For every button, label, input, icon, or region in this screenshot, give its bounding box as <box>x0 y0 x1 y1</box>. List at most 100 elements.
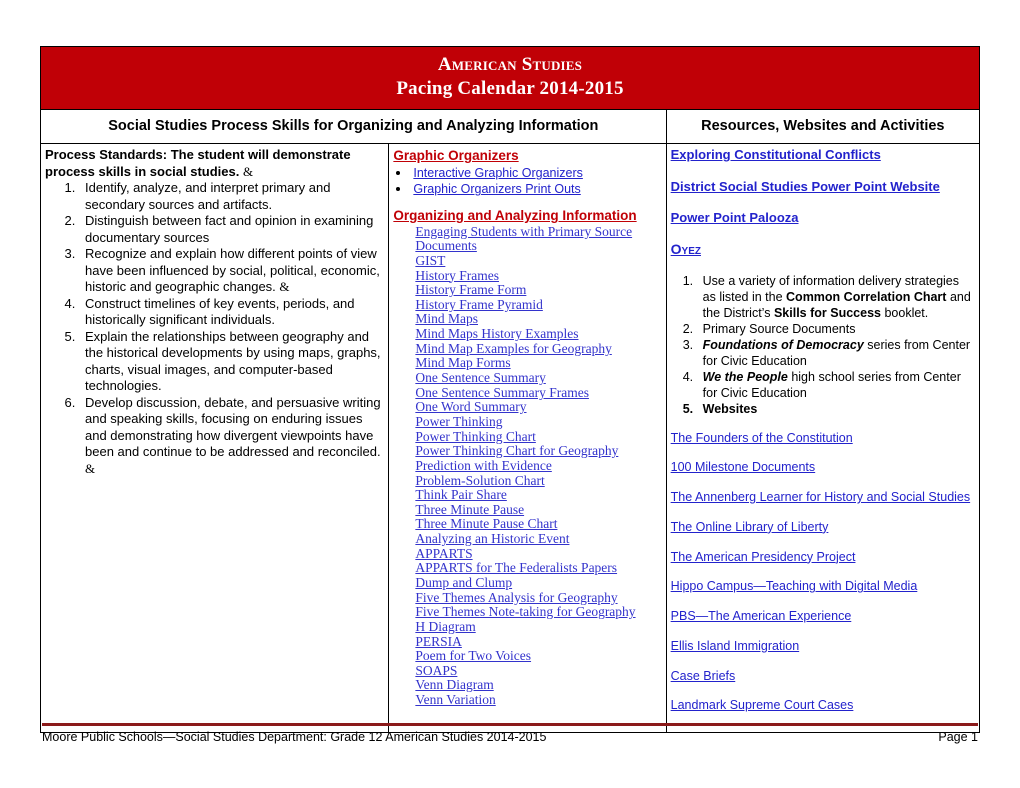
link-district-social-studies-power-point-website[interactable]: District Social Studies Power Point Webs… <box>671 179 975 195</box>
amp-symbol: & <box>243 163 254 179</box>
resource-link[interactable]: Mind Maps History Examples <box>415 326 661 342</box>
resource-link[interactable]: GIST <box>415 253 661 269</box>
footer-divider <box>42 723 978 726</box>
resource-item: Foundations of Democracy series from Cen… <box>697 337 975 369</box>
resource-link[interactable]: Power Thinking <box>415 414 661 430</box>
organizers-cell: Graphic Organizers Interactive Graphic O… <box>388 143 667 734</box>
document-page: American Studies Pacing Calendar 2014-20… <box>0 0 1020 788</box>
text-run: Websites <box>702 401 758 416</box>
footer-page-number: Page 1 <box>938 730 978 744</box>
website-link[interactable]: PBS—The American Experience <box>671 609 975 625</box>
text-run: Primary Source Documents <box>702 321 856 336</box>
title-banner: American Studies Pacing Calendar 2014-20… <box>40 45 980 111</box>
resource-item: Websites <box>697 401 975 417</box>
resource-link[interactable]: Power Thinking Chart for Geography <box>415 444 661 459</box>
resource-link[interactable]: Mind Map Forms <box>415 356 661 371</box>
left-column-header: Social Studies Process Skills for Organi… <box>40 109 667 145</box>
resource-link[interactable]: History Frame Pyramid <box>415 297 661 313</box>
resource-item-text-2: Primary Source Documents <box>703 322 856 336</box>
page-footer: Moore Public Schools—Social Studies Depa… <box>42 730 978 744</box>
resource-link[interactable]: Mind Maps <box>415 312 661 327</box>
pacing-calendar-table: American Studies Pacing Calendar 2014-20… <box>39 45 981 734</box>
resource-link[interactable]: History Frames <box>415 268 661 284</box>
process-skills-cell: Process Standards: The student will demo… <box>39 143 390 734</box>
column-header-row: Social Studies Process Skills for Organi… <box>40 109 981 145</box>
resource-link[interactable]: Dump and Clump <box>415 575 661 591</box>
organizing-analyzing-heading: Organizing and Analyzing Information <box>393 208 637 224</box>
document-title: American Studies <box>437 54 583 75</box>
resource-link[interactable]: Five Themes Note-taking for Geography <box>415 605 661 620</box>
website-link[interactable]: Landmark Supreme Court Cases <box>671 698 975 714</box>
resource-link[interactable]: Three Minute Pause Chart <box>415 517 661 532</box>
resource-item: Primary Source Documents <box>697 321 975 337</box>
banner-row: American Studies Pacing Calendar 2014-20… <box>40 45 980 111</box>
resource-link[interactable]: SOAPS <box>415 663 661 679</box>
link-exploring-constitutional-conflicts[interactable]: Exploring Constitutional Conflicts <box>671 147 975 163</box>
text-run: Foundations of Democracy <box>702 337 864 352</box>
resource-link[interactable]: Venn Variation <box>415 692 661 708</box>
organizing-analyzing-links: Engaging Students with Primary Source Do… <box>393 224 661 708</box>
link-graphic-organizers-print-outs[interactable]: Graphic Organizers Print Outs <box>413 182 580 196</box>
standard-item: Explain the relationships between geogra… <box>79 329 384 395</box>
process-standards-list: Identify, analyze, and interpret primary… <box>45 180 384 477</box>
resource-link[interactable]: APPARTS for The Federalists Papers <box>415 561 661 576</box>
resource-item-text-3: Foundations of Democracy series from Cen… <box>703 338 970 368</box>
link-power-point-palooza[interactable]: Power Point Palooza <box>671 210 975 226</box>
text-run: Common Correlation Chart <box>786 289 947 304</box>
process-standards-intro: Process Standards: The student will demo… <box>45 147 384 180</box>
process-standards-intro-text: Process Standards: The student will demo… <box>45 147 351 179</box>
resource-link[interactable]: Engaging Students with Primary Source Do… <box>415 224 661 254</box>
resource-link[interactable]: Three Minute Pause <box>415 502 661 518</box>
resource-link[interactable]: Mind Map Examples for Geography <box>415 341 661 357</box>
resource-link[interactable]: Five Themes Analysis for Geography <box>415 590 661 606</box>
standard-item: Distinguish between fact and opinion in … <box>79 213 384 246</box>
graphic-organizers-heading: Graphic Organizers <box>393 148 519 164</box>
standard-item: Recognize and explain how different poin… <box>79 246 384 296</box>
text-run: booklet. <box>880 305 929 320</box>
website-link[interactable]: The Online Library of Liberty <box>671 520 975 536</box>
resources-cell: Exploring Constitutional Conflicts Distr… <box>665 143 981 734</box>
list-item[interactable]: Graphic Organizers Print Outs <box>411 181 661 198</box>
resource-link[interactable]: Problem-Solution Chart <box>415 473 661 489</box>
resource-link[interactable]: Venn Diagram <box>415 678 661 693</box>
link-oyez[interactable]: Oyez <box>671 241 975 259</box>
list-item[interactable]: Interactive Graphic Organizers <box>411 165 661 182</box>
resource-link[interactable]: APPARTS <box>415 546 661 562</box>
resource-link[interactable]: One Word Summary <box>415 400 661 415</box>
resource-item: Use a variety of information delivery st… <box>697 273 975 321</box>
website-link[interactable]: Case Briefs <box>671 669 975 685</box>
website-links-list: The Founders of the Constitution 100 Mil… <box>671 431 975 715</box>
website-link[interactable]: Hippo Campus—Teaching with Digital Media <box>671 579 975 595</box>
link-interactive-graphic-organizers[interactable]: Interactive Graphic Organizers <box>413 166 583 180</box>
resource-link[interactable]: Think Pair Share <box>415 488 661 503</box>
resource-link[interactable]: One Sentence Summary <box>415 370 661 386</box>
website-link[interactable]: Ellis Island Immigration <box>671 639 975 655</box>
amp-symbol: & <box>85 460 96 476</box>
resource-link[interactable]: One Sentence Summary Frames <box>415 385 661 401</box>
resource-link[interactable]: Analyzing an Historic Event <box>415 531 661 547</box>
resource-item-text-5: Websites <box>703 402 758 416</box>
resource-link[interactable]: Poem for Two Voices <box>415 649 661 664</box>
text-run: Skills for Success <box>773 305 881 320</box>
website-link[interactable]: The Annenberg Learner for History and So… <box>671 490 975 506</box>
graphic-organizers-list: Interactive Graphic Organizers Graphic O… <box>393 165 661 198</box>
resource-link[interactable]: Prediction with Evidence <box>415 458 661 474</box>
website-link[interactable]: 100 Milestone Documents <box>671 460 975 476</box>
resources-numbered-list: Use a variety of information delivery st… <box>671 273 975 417</box>
resource-link[interactable]: History Frame Form <box>415 283 661 298</box>
resource-link[interactable]: H Diagram <box>415 619 661 635</box>
standard-item: Identify, analyze, and interpret primary… <box>79 180 384 213</box>
resource-item-text-1: Use a variety of information delivery st… <box>703 274 971 320</box>
content-row: Process Standards: The student will demo… <box>39 143 981 734</box>
resource-link[interactable]: Power Thinking Chart <box>415 429 661 445</box>
website-link[interactable]: The American Presidency Project <box>671 550 975 566</box>
resource-item-text-4: We the People high school series from Ce… <box>703 370 961 400</box>
amp-symbol: & <box>279 279 290 295</box>
text-run: We the People <box>702 369 788 384</box>
standard-item: Construct timelines of key events, perio… <box>79 296 384 329</box>
resource-item: We the People high school series from Ce… <box>697 369 975 401</box>
website-link[interactable]: The Founders of the Constitution <box>671 431 975 447</box>
standard-item: Develop discussion, debate, and persuasi… <box>79 395 384 478</box>
resource-link[interactable]: PERSIA <box>415 634 661 650</box>
